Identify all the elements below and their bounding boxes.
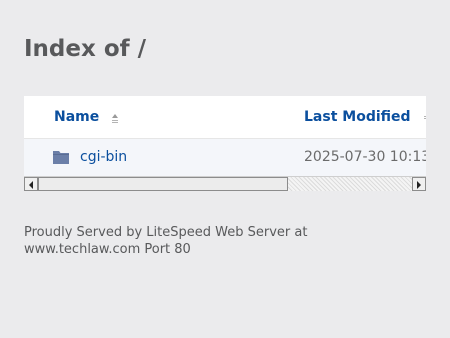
name-column-header[interactable]: Name [54, 109, 99, 125]
sort-icon[interactable] [422, 112, 426, 124]
listing-table-container: Name Last Modified cgi-bin 2025-07-30 10… [24, 96, 426, 192]
server-footer: Proudly Served by LiteSpeed Web Server a… [24, 224, 354, 258]
sort-ascending-icon[interactable] [110, 112, 120, 124]
row-name-link[interactable]: cgi-bin [80, 149, 127, 165]
listing-table: Name Last Modified cgi-bin 2025-07-30 10… [24, 96, 426, 176]
arrow-right-icon [417, 181, 421, 189]
page-title: Index of / [24, 36, 147, 62]
last-modified-column-header[interactable]: Last Modified [304, 109, 411, 125]
footer-line-2: www.techlaw.com Port 80 [24, 242, 191, 257]
scroll-right-button[interactable] [412, 177, 426, 191]
scrollbar-thumb[interactable] [38, 177, 288, 191]
folder-icon [53, 151, 69, 164]
horizontal-scrollbar[interactable] [24, 176, 426, 191]
table-row[interactable]: cgi-bin 2025-07-30 10:13 [24, 139, 426, 176]
arrow-left-icon [29, 181, 33, 189]
footer-line-1: Proudly Served by LiteSpeed Web Server a… [24, 225, 308, 240]
page: Index of / Name Last Modified cgi-bin 20… [0, 0, 450, 338]
row-last-modified: 2025-07-30 10:13 [304, 149, 426, 165]
scroll-left-button[interactable] [24, 177, 38, 191]
table-header: Name Last Modified [24, 96, 426, 139]
